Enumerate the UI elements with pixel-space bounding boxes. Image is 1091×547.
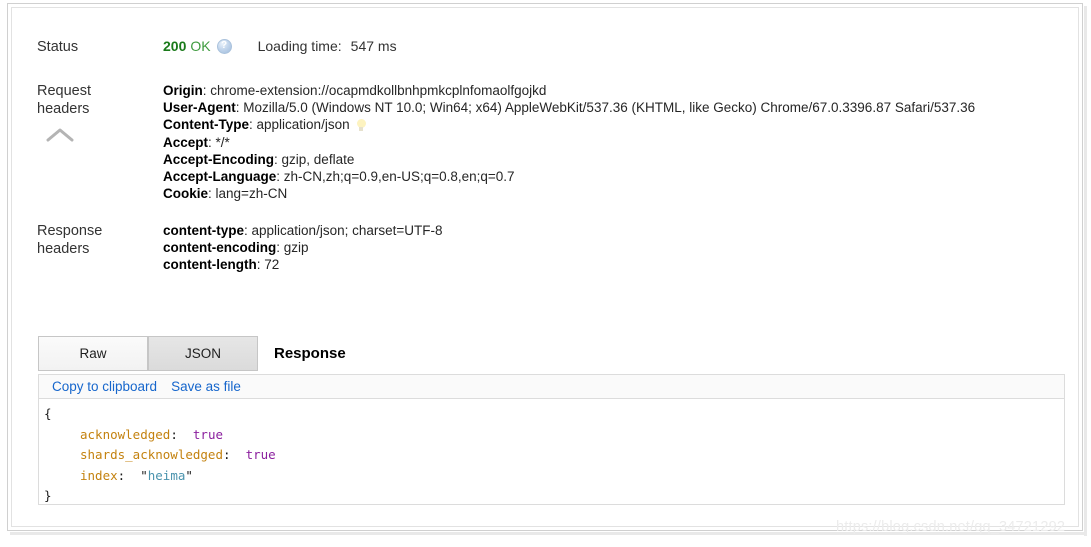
json-brace: { bbox=[44, 406, 52, 421]
json-colon: : bbox=[117, 467, 141, 483]
header-value: gzip bbox=[283, 240, 309, 256]
request-header-line: Accept-Encoding: gzip, deflate bbox=[163, 151, 975, 168]
response-header-list: content-type: application/json; charset=… bbox=[163, 222, 442, 274]
header-separator: : bbox=[274, 151, 282, 167]
header-value: chrome-extension://ocapmdkollbnhpmkcplnf… bbox=[210, 83, 547, 98]
json-open-brace: { bbox=[44, 404, 1064, 425]
response-header-line: content-type: application/json; charset=… bbox=[163, 222, 442, 239]
request-header-line: Origin: chrome-extension://ocapmdkollbnh… bbox=[163, 82, 975, 99]
request-header-line: Accept: */* bbox=[163, 134, 975, 151]
request-headers-label-line2: headers bbox=[37, 101, 90, 117]
json-key: shards_acknowledged bbox=[80, 447, 223, 462]
copy-to-clipboard-link[interactable]: Copy to clipboard bbox=[52, 375, 157, 398]
response-header-line: content-encoding: gzip bbox=[163, 239, 442, 256]
json-quote-close: " bbox=[185, 467, 193, 483]
request-headers-label: Request headers bbox=[37, 82, 152, 118]
header-separator: : bbox=[276, 240, 284, 256]
header-name: Cookie bbox=[163, 186, 209, 202]
header-name: Accept-Encoding bbox=[163, 151, 275, 167]
json-entry: index: "heima" bbox=[44, 466, 1064, 487]
chevron-up-icon[interactable] bbox=[45, 126, 75, 144]
json-bool-value: true bbox=[245, 447, 276, 462]
status-value-group: 200OK Loading time: 547 ms bbox=[163, 38, 397, 55]
header-name: content-type bbox=[163, 223, 244, 238]
status-text: OK bbox=[190, 38, 211, 54]
response-section-heading: Response bbox=[274, 345, 346, 362]
header-value: 72 bbox=[264, 257, 280, 273]
header-value: lang=zh-CN bbox=[215, 186, 288, 202]
json-quote-open: " bbox=[140, 467, 148, 483]
status-label: Status bbox=[37, 39, 79, 55]
header-name: content-encoding bbox=[163, 240, 277, 256]
response-body-toolbar: Copy to clipboard Save as file bbox=[39, 375, 1064, 399]
request-header-line: Cookie: lang=zh-CN bbox=[163, 185, 975, 202]
request-header-line: User-Agent: Mozilla/5.0 (Windows NT 10.0… bbox=[163, 99, 975, 116]
response-headers-label-line2: headers bbox=[37, 241, 90, 257]
header-name: Accept-Language bbox=[163, 169, 277, 185]
window-shadow-right bbox=[1084, 6, 1087, 536]
response-body-box: Copy to clipboard Save as file { acknowled… bbox=[38, 374, 1065, 505]
json-string-value: heima bbox=[147, 467, 186, 483]
json-close-brace: } bbox=[44, 486, 1064, 507]
request-header-list: Origin: chrome-extension://ocapmdkollbnh… bbox=[163, 82, 975, 202]
header-name: content-length bbox=[163, 257, 257, 273]
header-separator: : bbox=[208, 186, 216, 202]
header-value: gzip, deflate bbox=[281, 151, 355, 167]
json-entry: shards_acknowledged: true bbox=[44, 445, 1064, 466]
response-view-tabs: Raw JSON Response bbox=[38, 336, 1065, 372]
loading-time-value: 547 ms bbox=[350, 38, 397, 54]
header-separator: : bbox=[244, 223, 252, 238]
header-separator: : bbox=[276, 169, 284, 185]
tab-json[interactable]: JSON bbox=[148, 336, 258, 371]
header-value: application/json; charset=UTF-8 bbox=[251, 223, 443, 238]
save-as-file-link[interactable]: Save as file bbox=[171, 375, 241, 398]
tab-raw[interactable]: Raw bbox=[38, 336, 148, 371]
request-headers-label-line1: Request bbox=[37, 83, 92, 99]
header-name: Origin bbox=[163, 83, 203, 98]
json-viewer: {acknowledged: true shards_acknowledged: … bbox=[39, 399, 1064, 507]
header-value: Mozilla/5.0 (Windows NT 10.0; Win64; x64… bbox=[243, 100, 976, 116]
header-value: */* bbox=[215, 134, 230, 150]
loading-time-label: Loading time: bbox=[257, 38, 342, 54]
json-bool-value: true bbox=[192, 426, 223, 442]
window-shadow-bottom bbox=[10, 532, 1087, 535]
header-name: Accept bbox=[163, 134, 209, 150]
response-header-line: content-length: 72 bbox=[163, 256, 442, 273]
help-circle-icon[interactable] bbox=[216, 39, 232, 54]
response-panel: Status 200OK Loading time: 547 ms Request … bbox=[11, 7, 1079, 527]
request-header-line: Content-Type: application/json bbox=[163, 116, 975, 133]
lightbulb-icon[interactable] bbox=[356, 119, 366, 132]
header-name: Content-Type bbox=[163, 117, 249, 133]
request-header-line: Accept-Language: zh-CN,zh;q=0.9,en-US;q=… bbox=[163, 168, 975, 185]
status-code: 200 bbox=[163, 38, 187, 54]
header-value: application/json bbox=[256, 117, 350, 133]
json-brace: } bbox=[44, 488, 52, 503]
json-key: acknowledged bbox=[80, 426, 171, 442]
json-key: index bbox=[80, 467, 118, 483]
json-entry: acknowledged: true bbox=[44, 425, 1064, 446]
json-colon: : bbox=[170, 426, 193, 442]
header-name: User-Agent bbox=[163, 100, 236, 116]
header-value: zh-CN,zh;q=0.9,en-US;q=0.8,en;q=0.7 bbox=[283, 169, 515, 185]
response-headers-label-line1: Response bbox=[37, 223, 103, 239]
response-headers-label: Response headers bbox=[37, 222, 152, 258]
json-colon: : bbox=[223, 447, 246, 462]
header-separator: : bbox=[249, 117, 257, 133]
header-separator: : bbox=[208, 134, 216, 150]
